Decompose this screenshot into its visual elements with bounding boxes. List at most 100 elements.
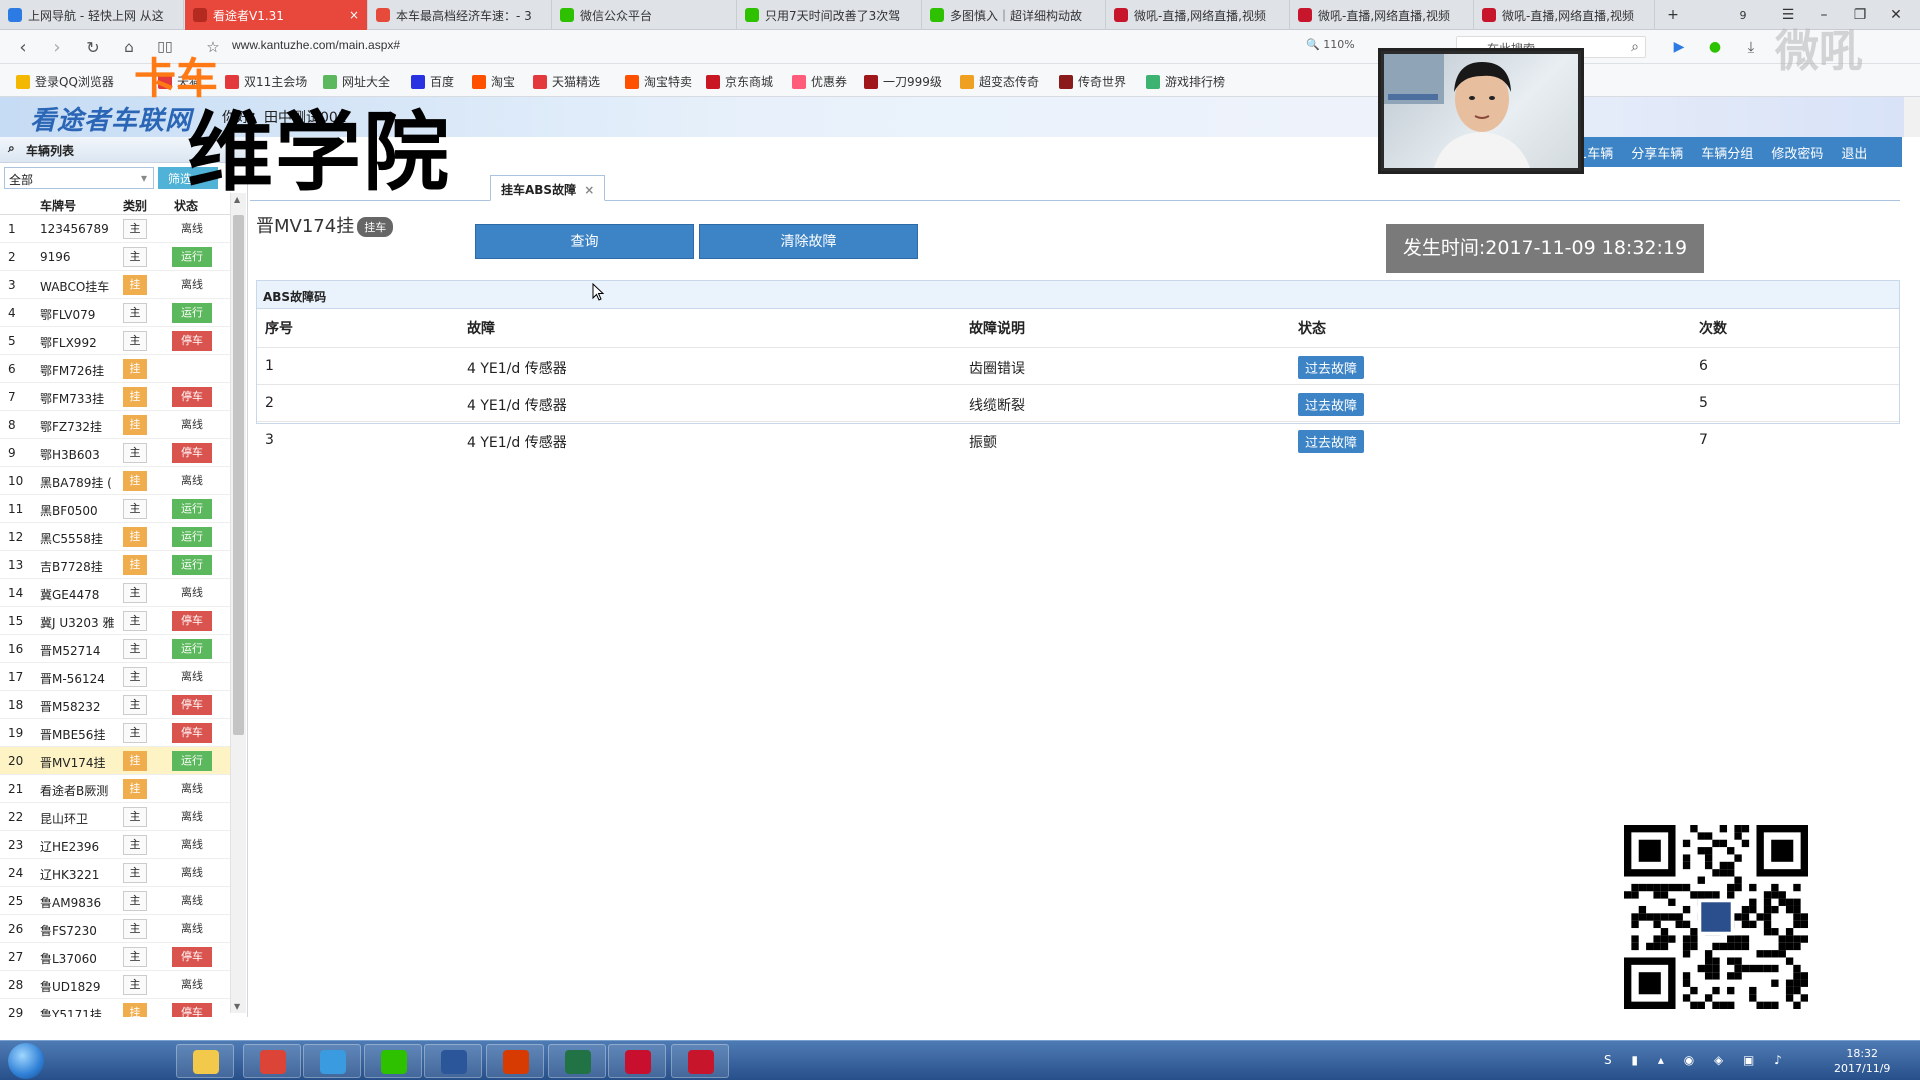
bookmark-item[interactable]: 淘宝 (472, 73, 515, 90)
search-icon[interactable]: ⌕ (1620, 30, 1650, 64)
bookmark-item[interactable]: 传奇世界 (1059, 73, 1126, 90)
tab-label: 微信公众平台 (580, 8, 653, 23)
url-field[interactable]: www.kantuzhe.com/main.aspx# (232, 38, 400, 52)
browser-tab[interactable]: 多图慎入｜超详细构动故 (922, 0, 1106, 30)
bookmark-item[interactable]: 淘宝特卖 (625, 73, 692, 90)
reload-icon[interactable]: ↻ (78, 30, 108, 64)
taskbar-explorer-icon[interactable] (176, 1044, 234, 1078)
browser-tab[interactable]: 看途者V1.31 × (185, 0, 368, 30)
vehicle-row[interactable]: 19 晋MBE56挂 主 停车 (0, 719, 230, 747)
top-nav-item[interactable]: 修改密码 (1762, 143, 1832, 162)
bookmark-item[interactable]: 双11主会场 (225, 73, 307, 90)
clear-fault-button[interactable]: 清除故障 (699, 224, 918, 259)
bookmark-item[interactable]: 百度 (411, 73, 454, 90)
scroll-down-icon[interactable]: ▼ (234, 1002, 240, 1011)
vehicle-row[interactable]: 25 鲁AM9836 主 离线 (0, 887, 230, 915)
browser-tab[interactable]: 微吼-直播,网络直播,视频 (1474, 0, 1655, 30)
vehicle-row[interactable]: 27 鲁L37060 主 停车 (0, 943, 230, 971)
taskbar-word-icon[interactable] (424, 1044, 482, 1078)
vehicle-row[interactable]: 6 鄂FM726挂 挂 (0, 355, 230, 383)
vehicle-type-badge: 主 (123, 667, 147, 687)
taskbar-excel-icon[interactable] (548, 1044, 606, 1078)
top-nav-item[interactable]: 分享车辆 (1622, 143, 1692, 162)
vehicle-plate-cell: 黑BA789挂 ( (40, 476, 112, 490)
vehicle-row[interactable]: 22 昆山环卫 主 离线 (0, 803, 230, 831)
download-icon[interactable]: ⤓ (1736, 30, 1766, 64)
close-window-icon[interactable]: ✕ (1878, 0, 1914, 30)
app-glyph (625, 1050, 651, 1074)
bookmark-item[interactable]: 天猫精选 (533, 73, 600, 90)
vehicle-row[interactable]: 28 鲁UD1829 主 离线 (0, 971, 230, 999)
browser-tab[interactable]: 上网导航 - 轻快上网 从这 (0, 0, 184, 30)
vehicle-row[interactable]: 23 辽HE2396 主 离线 (0, 831, 230, 859)
vehicle-row[interactable]: 3 WABCO挂车挂 离线 (0, 271, 230, 299)
vehicle-row[interactable]: 15 冀J U3203 雅主 停车 (0, 607, 230, 635)
vehicle-row[interactable]: 14 冀GE4478 主 离线 (0, 579, 230, 607)
start-button[interactable] (8, 1043, 44, 1079)
tab-trailer-abs-fault[interactable]: 挂车ABS故障 × (490, 175, 606, 201)
vehicle-row[interactable]: 10 黑BA789挂 (挂 离线 (0, 467, 230, 495)
vehicle-row[interactable]: 12 黑C5558挂 挂 运行 (0, 523, 230, 551)
bookmark-item[interactable]: 一刀999级 (864, 73, 942, 90)
close-icon[interactable]: × (584, 183, 594, 197)
fault-count: 6 (1699, 358, 1708, 374)
bookmark-item[interactable]: 京东商城 (706, 73, 773, 90)
vehicle-row[interactable]: 13 吉B7728挂 挂 运行 (0, 551, 230, 579)
top-nav-item[interactable]: 退出 (1832, 143, 1876, 162)
bookmark-item[interactable]: 游戏排行榜 (1146, 73, 1225, 90)
page-scrollbar[interactable] (1904, 97, 1920, 137)
tab-label: 微吼-直播,网络直播,视频 (1134, 8, 1266, 23)
vehicle-row[interactable]: 16 晋M52714 主 运行 (0, 635, 230, 663)
sidebar-scrollbar[interactable]: ▲ ▼ (230, 193, 246, 1013)
row-number: 3 (8, 278, 16, 292)
vehicle-row[interactable]: 8 鄂FZ732挂 挂 离线 (0, 411, 230, 439)
vehicle-plate-cell: 冀J U3203 雅 (40, 616, 115, 630)
vehicle-row[interactable]: 7 鄂FM733挂 挂 停车 (0, 383, 230, 411)
vehicle-row[interactable]: 5 鄂FLX992 主 停车 (0, 327, 230, 355)
vehicle-row[interactable]: 11 黑BF0500 主 运行 (0, 495, 230, 523)
top-nav-item[interactable]: 车辆分组 (1692, 143, 1762, 162)
vehicle-row[interactable]: 21 看途者B厥测挂 离线 (0, 775, 230, 803)
bookmark-item[interactable]: 超变态传奇 (960, 73, 1039, 90)
taskbar-vhall-icon[interactable] (671, 1044, 729, 1078)
vehicle-row[interactable]: 4 鄂FLV079 主 运行 (0, 299, 230, 327)
vehicle-row[interactable]: 17 晋M-56124 主 离线 (0, 663, 230, 691)
taskbar-chrome-icon[interactable] (243, 1044, 301, 1078)
browser-tab[interactable]: 微信公众平台 (552, 0, 737, 30)
query-button[interactable]: 查询 (475, 224, 694, 259)
bookmark-label: 网址大全 (342, 75, 391, 89)
taskbar-acrobat-icon[interactable] (608, 1044, 666, 1078)
vehicle-row[interactable]: 18 晋M58232 主 停车 (0, 691, 230, 719)
vehicle-row[interactable]: 29 鲁Y5171挂 挂 停车 (0, 999, 230, 1017)
browser-tab[interactable]: 微吼-直播,网络直播,视频 (1290, 0, 1474, 30)
row-number: 10 (8, 474, 24, 488)
tab-count-badge[interactable]: 9 (1725, 0, 1761, 30)
vehicle-row[interactable]: 20 晋MV174挂 挂 运行 (0, 747, 230, 775)
bookmark-item[interactable]: 优惠券 (792, 73, 847, 90)
taskbar-ie-icon[interactable] (303, 1044, 361, 1078)
taskbar-wechat-icon[interactable] (364, 1044, 422, 1078)
wechat-icon[interactable]: ● (1700, 30, 1730, 64)
vehicle-row[interactable]: 26 鲁FS7230 主 离线 (0, 915, 230, 943)
system-clock[interactable]: 18:32 2017/11/9 (1834, 1046, 1890, 1076)
scrollbar-thumb[interactable] (233, 215, 244, 735)
forward-icon[interactable]: › (42, 30, 72, 64)
browser-tab[interactable]: 本车最高档经济车速：- 3 (368, 0, 552, 30)
video-icon[interactable]: ▶ (1664, 30, 1694, 64)
vehicle-row[interactable]: 1 123456789 主 离线 (0, 215, 230, 243)
close-icon[interactable]: × (343, 8, 359, 22)
vehicle-row[interactable]: 2 9196 主 运行 (0, 243, 230, 271)
bookmark-item[interactable]: 网址大全 (323, 73, 390, 90)
taskbar-reader-icon[interactable] (486, 1044, 544, 1078)
vehicle-type-badge: 主 (123, 331, 147, 351)
browser-tab[interactable]: 只用7天时间改善了3次驾 (737, 0, 922, 30)
tab-favicon-icon (1482, 8, 1496, 22)
back-icon[interactable]: ‹ (8, 30, 38, 64)
new-tab-button[interactable]: + (1655, 0, 1691, 30)
bookmark-item[interactable]: 登录QQ浏览器 (16, 73, 114, 90)
browser-tab[interactable]: 微吼-直播,网络直播,视频 (1106, 0, 1290, 30)
vehicle-row[interactable]: 9 鄂H3B603 主 停车 (0, 439, 230, 467)
group-select[interactable]: 全部 ▾ (4, 167, 154, 189)
zoom-level[interactable]: 🔍 110% (1306, 38, 1355, 51)
vehicle-row[interactable]: 24 辽HK3221 主 离线 (0, 859, 230, 887)
